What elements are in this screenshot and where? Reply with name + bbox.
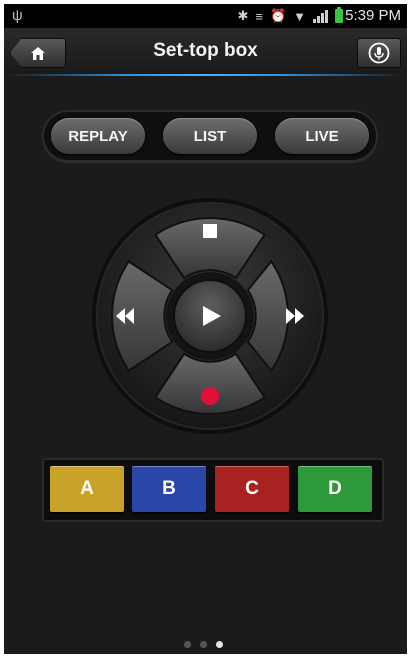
color-key-b[interactable]: B <box>132 466 206 512</box>
playback-dpad <box>90 196 330 436</box>
microphone-icon <box>368 42 390 64</box>
live-button[interactable]: LIVE <box>275 118 369 154</box>
voice-button[interactable] <box>357 38 401 68</box>
bluetooth-icon: ✱ <box>237 8 249 23</box>
vibrate-icon: ≡ <box>255 8 263 24</box>
page-dot[interactable] <box>200 641 207 648</box>
page-indicator <box>184 641 223 648</box>
status-bar: ψ ✱ ≡ ⏰ ▼ 5:39 PM <box>4 4 407 28</box>
color-key-a[interactable]: A <box>50 466 124 512</box>
stop-icon <box>203 224 217 238</box>
page-dot[interactable] <box>216 641 223 648</box>
signal-icon <box>313 9 328 23</box>
alarm-icon: ⏰ <box>269 8 287 23</box>
home-icon <box>31 46 45 60</box>
page-title: Set-top box <box>153 40 258 61</box>
mode-button-bar: REPLAY LIST LIVE <box>42 110 378 162</box>
list-button[interactable]: LIST <box>163 118 257 154</box>
replay-button[interactable]: REPLAY <box>51 118 145 154</box>
page-dot[interactable] <box>184 641 191 648</box>
color-key-d[interactable]: D <box>298 466 372 512</box>
status-icons: ✱ ≡ ⏰ ▼ <box>237 7 343 24</box>
phone-screen: ψ ✱ ≡ ⏰ ▼ 5:39 PM Set-top box REPLAY LIS… <box>4 4 407 654</box>
status-time: 5:39 PM <box>345 7 401 24</box>
color-key-c[interactable]: C <box>215 466 289 512</box>
wifi-icon: ▼ <box>293 8 306 24</box>
action-bar: Set-top box <box>4 28 407 76</box>
record-icon <box>201 387 219 405</box>
action-bar-divider <box>4 74 407 76</box>
usb-icon: ψ <box>12 7 23 24</box>
home-button[interactable] <box>10 38 66 68</box>
color-key-bar: A B C D <box>42 458 384 522</box>
battery-icon <box>335 7 343 23</box>
